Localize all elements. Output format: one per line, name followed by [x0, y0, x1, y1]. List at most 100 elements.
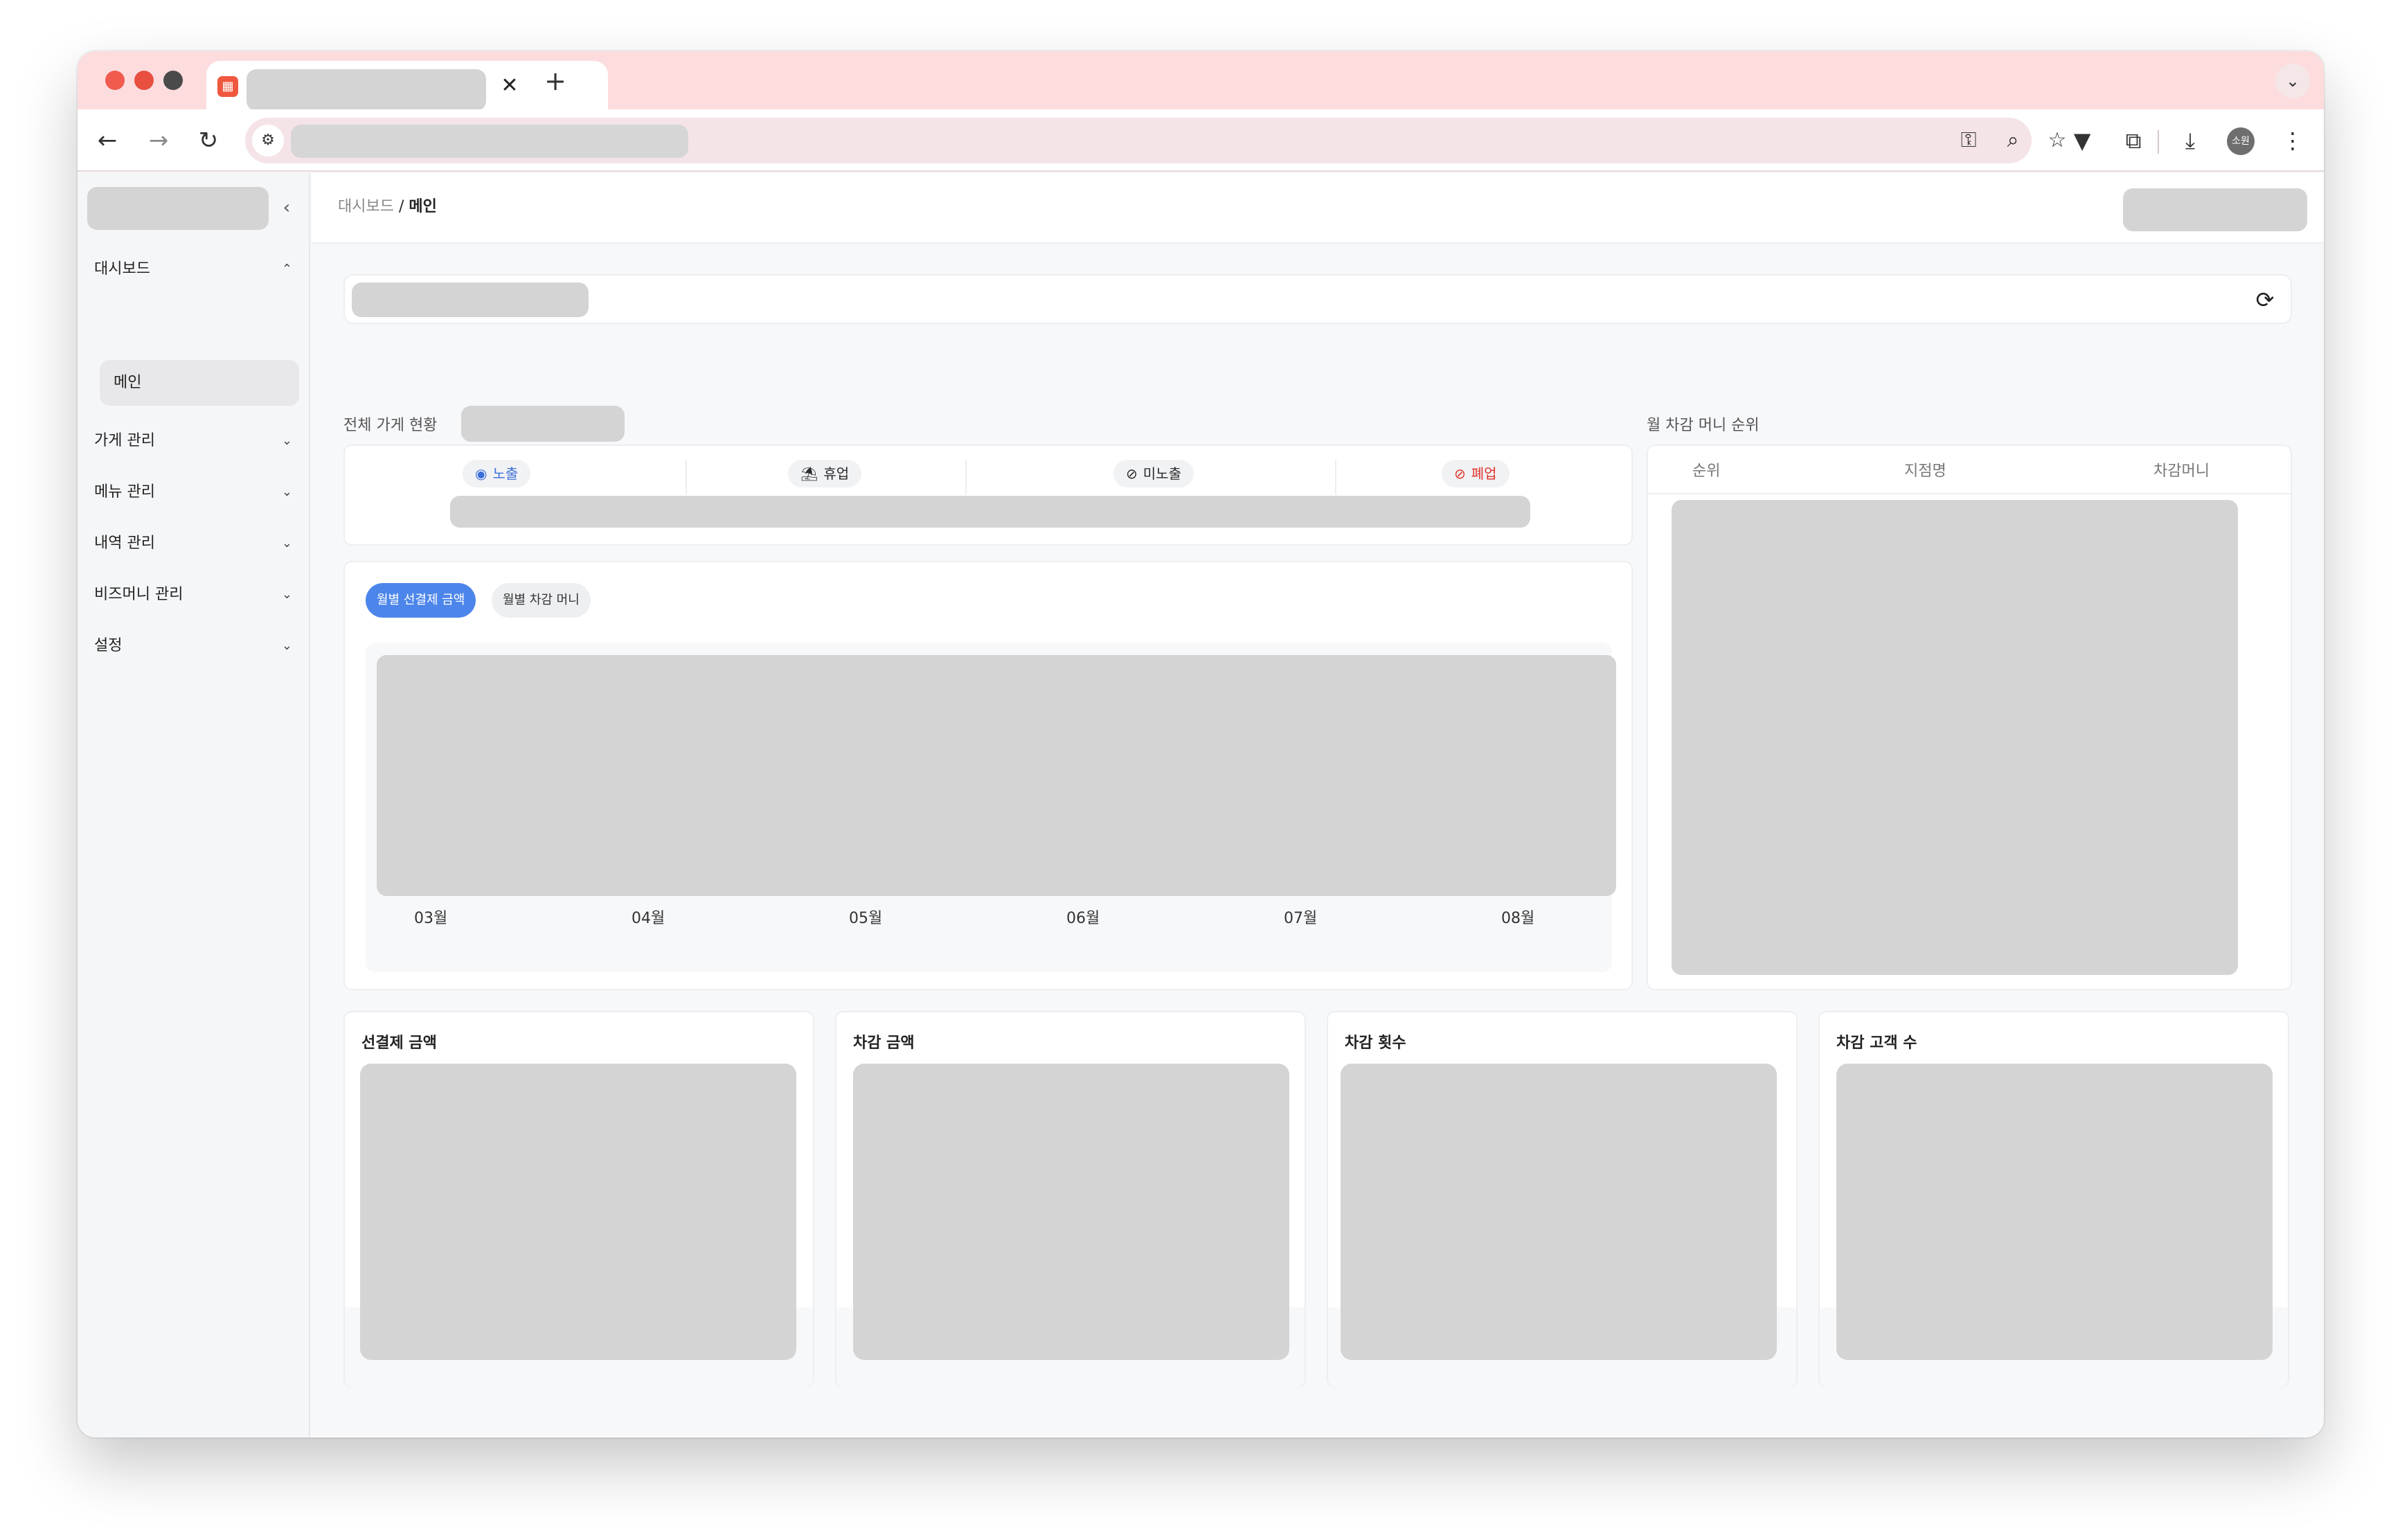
sidebar-item-dashboard[interactable]: 대시보드 ⌃ — [94, 252, 299, 287]
sidebar-item-label: 대시보드 — [94, 260, 150, 278]
favicon-icon: ▦ — [217, 76, 238, 97]
chevron-down-icon: ⌄ — [281, 638, 292, 653]
eye-off-icon: ⊘ — [1126, 465, 1138, 482]
extensions-icon[interactable]: ⧉ — [2117, 125, 2149, 156]
stat-card-customers: 차감 고객 수 — [1818, 1011, 2289, 1388]
x-tick-label: 04월 — [632, 910, 665, 927]
sidebar-subitem-main[interactable]: 메인 — [100, 360, 299, 406]
filter-select-placeholder[interactable] — [352, 283, 589, 317]
x-tick-label: 05월 — [849, 910, 883, 927]
ranking-col-branch: 지점명 — [1904, 463, 1946, 480]
logo-placeholder — [87, 187, 269, 230]
profile-avatar[interactable]: 소원 — [2227, 127, 2255, 155]
store-count-placeholder — [461, 406, 625, 442]
status-separator — [965, 460, 967, 494]
stat-card-prepaid: 선결제 금액 — [343, 1011, 814, 1388]
stat-card-placeholder — [1836, 1064, 2273, 1360]
store-status-card: ◉ 노출 ⛱ 휴업 ⊘ 미노출 ⊘ 폐업 — [343, 445, 1633, 546]
status-badge-closed[interactable]: ⊘ 폐업 — [1442, 460, 1510, 487]
sidebar-item-store[interactable]: 가게 관리 ⌄ — [94, 424, 299, 458]
sidebar-item-label: 설정 — [94, 637, 123, 654]
tab-monthly-prepaid[interactable]: 월별 선결제 금액 — [366, 583, 476, 618]
x-tick-label: 07월 — [1284, 910, 1318, 927]
minimize-window-button[interactable] — [134, 71, 154, 90]
breadcrumb-current: 메인 — [409, 198, 437, 215]
forward-icon[interactable]: → — [143, 125, 174, 156]
status-badge-label: 노출 — [492, 465, 519, 482]
ranking-title: 월 차감 머니 순위 — [1647, 417, 1759, 434]
status-badge-visible[interactable]: ◉ 노출 — [463, 460, 531, 487]
chevron-up-icon: ⌃ — [281, 262, 292, 276]
chevron-down-icon: ⌄ — [281, 587, 292, 602]
chart-area: 03월 04월 05월 06월 07월 08월 — [366, 643, 1616, 972]
url-placeholder — [291, 125, 688, 158]
stat-card-deducted-count: 차감 횟수 — [1327, 1011, 1798, 1388]
status-badge-hidden[interactable]: ⊘ 미노출 — [1113, 460, 1194, 487]
address-bar[interactable]: ⚙ ⚿ ⌕ ☆ — [245, 118, 2066, 163]
stat-card-title: 차감 횟수 — [1345, 1035, 1406, 1052]
password-key-icon[interactable]: ⚿ — [1954, 126, 1983, 155]
refresh-icon[interactable]: ⟳ — [2250, 285, 2280, 314]
beach-umbrella-icon: ⛱ — [800, 465, 818, 482]
ban-icon: ⊘ — [1454, 465, 1466, 482]
stat-card-title: 차감 고객 수 — [1836, 1035, 1917, 1052]
ranking-divider — [1648, 493, 2291, 494]
eye-icon: ◉ — [475, 465, 487, 482]
top-bar: 대시보드 / 메인 — [312, 173, 2324, 244]
browser-window: ▦ ✕ + ⌄ ← → ↻ ⚙ ⚿ ⌕ ☆ ▼ ⧉ ⤓ 소원 ⋮ ‹ 대시보드 … — [78, 51, 2324, 1438]
status-badge-closed-temp[interactable]: ⛱ 휴업 — [788, 460, 862, 487]
stat-card-title: 차감 금액 — [853, 1035, 915, 1052]
close-window-button[interactable] — [105, 71, 125, 90]
ranking-col-rank: 순위 — [1692, 463, 1721, 480]
sidebar-item-label: 메뉴 관리 — [94, 483, 155, 501]
new-tab-button[interactable]: + — [541, 68, 569, 96]
x-tick-label: 03월 — [414, 910, 448, 927]
sidebar-item-label: 내역 관리 — [94, 535, 155, 552]
back-icon[interactable]: ← — [91, 125, 123, 156]
maximize-window-button[interactable] — [163, 71, 183, 90]
tab-close-icon[interactable]: ✕ — [496, 72, 523, 100]
chart-placeholder — [377, 655, 1616, 896]
sidebar: ‹ 대시보드 ⌃ 메인 가게 관리 ⌄ 메뉴 관리 ⌄ 내역 관리 ⌄ 비즈머니… — [78, 173, 310, 1438]
sidebar-item-menu[interactable]: 메뉴 관리 ⌄ — [94, 475, 299, 510]
stat-card-title: 선결제 금액 — [361, 1035, 437, 1052]
sidebar-item-bizmoney[interactable]: 비즈머니 관리 ⌄ — [94, 578, 299, 612]
chevron-down-icon: ⌄ — [281, 536, 292, 550]
tab-search-button[interactable]: ⌄ — [2275, 64, 2310, 98]
more-menu-icon[interactable]: ⋮ — [2277, 125, 2309, 156]
user-menu-placeholder[interactable] — [2123, 188, 2307, 231]
download-icon[interactable]: ⤓ — [2174, 125, 2206, 156]
sidebar-item-history[interactable]: 내역 관리 ⌄ — [94, 526, 299, 561]
breadcrumb-parent[interactable]: 대시보드 — [338, 198, 394, 215]
status-counts-placeholder — [450, 496, 1530, 528]
vpn-extension-icon[interactable]: ▼ — [2066, 125, 2098, 156]
chevron-down-icon: ⌄ — [281, 485, 292, 499]
site-settings-icon[interactable]: ⚙ — [252, 125, 284, 156]
stat-card-deducted-amount: 차감 금액 — [835, 1011, 1306, 1388]
sidebar-item-label: 비즈머니 관리 — [94, 586, 183, 603]
status-badge-label: 폐업 — [1471, 465, 1497, 482]
filter-bar: ⟳ — [343, 274, 2292, 324]
stat-card-placeholder — [853, 1064, 1289, 1360]
title-bar: ▦ ✕ + ⌄ — [78, 51, 2324, 111]
tab-title-placeholder — [247, 69, 486, 111]
status-separator — [1335, 460, 1336, 494]
toolbar-divider — [2158, 130, 2159, 154]
stat-card-placeholder — [1341, 1064, 1777, 1360]
stat-card-placeholder — [360, 1064, 796, 1360]
monthly-chart-card: 월별 선결제 금액 월별 차감 머니 03월 04월 05월 06월 07월 08월 — [343, 561, 1633, 990]
chevron-down-icon: ⌄ — [281, 433, 292, 448]
breadcrumb: 대시보드 / 메인 — [338, 194, 437, 216]
status-badge-label: 휴업 — [823, 465, 850, 482]
tab-monthly-deducted[interactable]: 월별 차감 머니 — [492, 583, 591, 618]
sidebar-item-settings[interactable]: 설정 ⌄ — [94, 629, 299, 663]
reload-icon[interactable]: ↻ — [192, 125, 224, 156]
zoom-icon[interactable]: ⌕ — [1998, 126, 2027, 155]
sidebar-collapse-icon[interactable]: ‹ — [273, 194, 301, 222]
x-tick-label: 06월 — [1066, 910, 1100, 927]
ranking-card: 순위 지점명 차감머니 — [1647, 445, 2292, 990]
breadcrumb-separator: / — [393, 198, 409, 215]
sidebar-item-label: 가게 관리 — [94, 432, 155, 449]
main-content: 대시보드 / 메인 ⟳ 전체 가게 현황 ◉ 노출 ⛱ 휴업 ⊘ 미노출 ⊘ 폐업 — [312, 173, 2324, 1438]
browser-toolbar: ← → ↻ ⚙ ⚿ ⌕ ☆ ▼ ⧉ ⤓ 소원 ⋮ — [78, 109, 2324, 172]
